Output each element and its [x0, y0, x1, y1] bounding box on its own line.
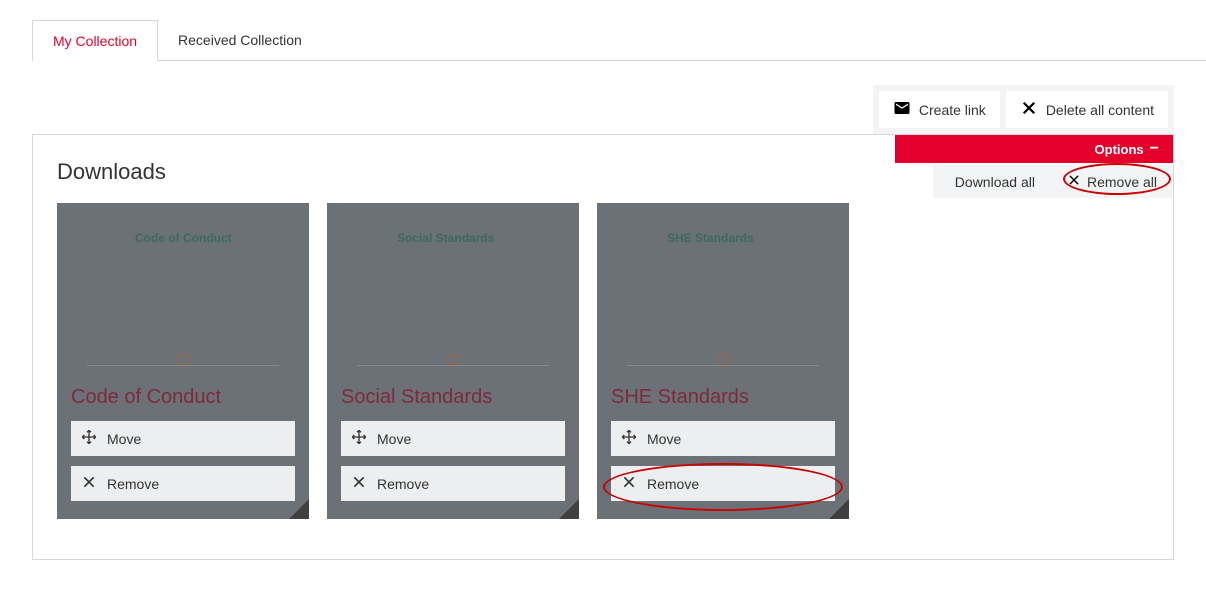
close-icon	[621, 474, 637, 493]
move-label: Move	[647, 431, 681, 447]
card-social-standards[interactable]: Social Standards Social Standards Move R…	[327, 203, 579, 519]
move-label: Move	[377, 431, 411, 447]
doc-thumb-label: SHE Standards	[667, 231, 754, 245]
remove-button[interactable]: Remove	[611, 466, 835, 501]
card-actions: Move Remove	[611, 421, 835, 501]
card-actions: Move Remove	[71, 421, 295, 501]
remove-button[interactable]: Remove	[71, 466, 295, 501]
mail-icon	[893, 99, 911, 120]
delete-all-label: Delete all content	[1046, 102, 1154, 118]
tabs: My Collection Received Collection	[32, 20, 1206, 61]
card-title: Social Standards	[341, 386, 492, 409]
move-icon	[81, 429, 97, 448]
minus-icon: −	[1150, 141, 1159, 157]
close-icon	[81, 474, 97, 493]
divider-icon	[87, 365, 279, 366]
divider-icon	[357, 365, 549, 366]
divider-icon	[627, 365, 819, 366]
create-link-label: Create link	[919, 102, 986, 118]
tab-received-collection[interactable]: Received Collection	[158, 20, 322, 60]
options-submenu: Download all Remove all	[933, 165, 1173, 198]
corner-icon	[829, 499, 849, 519]
corner-icon	[289, 499, 309, 519]
download-all-label: Download all	[955, 174, 1035, 190]
tab-my-collection[interactable]: My Collection	[32, 20, 158, 61]
card-code-of-conduct[interactable]: Code of Conduct Code of Conduct Move Rem…	[57, 203, 309, 519]
cards-row: Code of Conduct Code of Conduct Move Rem…	[57, 203, 1149, 519]
close-icon	[1067, 173, 1081, 190]
options-label: Options	[1095, 142, 1144, 157]
remove-button[interactable]: Remove	[341, 466, 565, 501]
remove-all-label: Remove all	[1087, 174, 1157, 190]
card-actions: Move Remove	[341, 421, 565, 501]
doc-thumb-label: Code of Conduct	[135, 231, 232, 245]
move-button[interactable]: Move	[341, 421, 565, 456]
remove-label: Remove	[647, 476, 699, 492]
card-she-standards[interactable]: SHE Standards SHE Standards Move Remove	[597, 203, 849, 519]
remove-all-button[interactable]: Remove all	[1051, 165, 1173, 198]
move-button[interactable]: Move	[611, 421, 835, 456]
close-icon	[1020, 99, 1038, 120]
options-bar[interactable]: Options −	[895, 135, 1173, 163]
move-icon	[621, 429, 637, 448]
toolbar-outer: Create link Delete all content	[32, 85, 1174, 134]
card-title: SHE Standards	[611, 386, 749, 409]
remove-label: Remove	[107, 476, 159, 492]
remove-label: Remove	[377, 476, 429, 492]
doc-thumb-label: Social Standards	[397, 231, 494, 245]
move-label: Move	[107, 431, 141, 447]
downloads-panel: Options − Download all Remove all Downlo…	[32, 134, 1174, 560]
corner-icon	[559, 499, 579, 519]
toolbar: Create link Delete all content	[873, 85, 1174, 134]
move-button[interactable]: Move	[71, 421, 295, 456]
close-icon	[351, 474, 367, 493]
card-title: Code of Conduct	[71, 386, 221, 409]
delete-all-button[interactable]: Delete all content	[1006, 91, 1168, 128]
create-link-button[interactable]: Create link	[879, 91, 1000, 128]
download-all-button[interactable]: Download all	[933, 165, 1051, 198]
move-icon	[351, 429, 367, 448]
